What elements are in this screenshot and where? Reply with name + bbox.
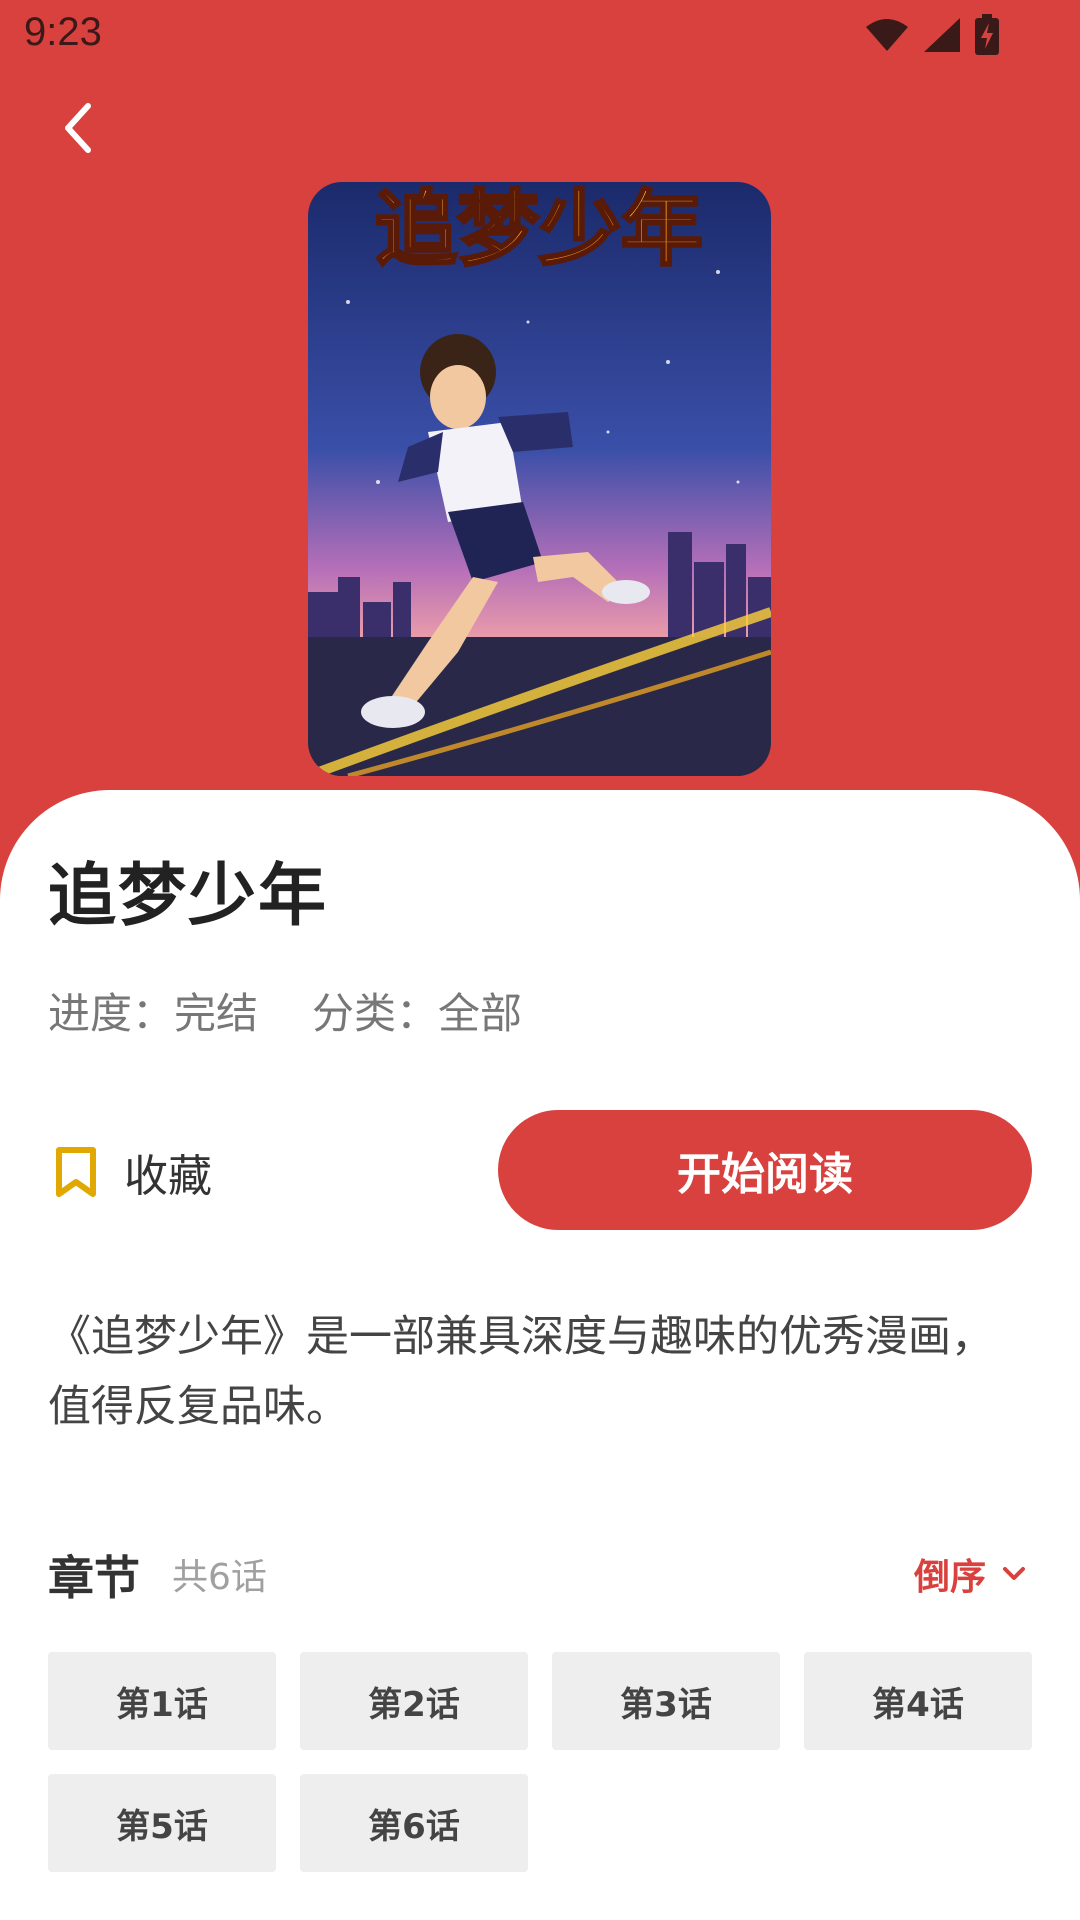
category-info: 分类：全部 <box>312 980 522 1041</box>
cover-title-art: 追梦少年 <box>375 182 703 277</box>
comic-detail-screen: 9:23 追梦少年 追梦少年 进度：完结 分类：全部 收藏 开始阅读 《追梦少年… <box>0 0 1080 1920</box>
sort-label: 倒序 <box>913 1557 986 1598</box>
signal-icon <box>924 18 960 52</box>
chapter-grid: 第1话 第2话 第3话 第4话 第5话 第6话 <box>48 1652 1032 1872</box>
status-bar: 9:23 <box>0 0 1080 72</box>
chapter-item-6[interactable]: 第6话 <box>300 1774 528 1872</box>
status-icons <box>864 14 1000 56</box>
progress-value: 完结 <box>174 989 259 1038</box>
chapter-item-5[interactable]: 第5话 <box>48 1774 276 1872</box>
cover-artwork: 追梦少年 <box>308 182 771 776</box>
back-button[interactable] <box>42 92 114 164</box>
chapter-item-4[interactable]: 第4话 <box>804 1652 1032 1750</box>
comic-description: 《追梦少年》是一部兼具深度与趣味的优秀漫画，值得反复品味。 <box>48 1312 994 1432</box>
chapter-item-2[interactable]: 第2话 <box>300 1652 528 1750</box>
comic-title: 追梦少年 <box>48 857 329 936</box>
chapter-item-3[interactable]: 第3话 <box>552 1652 780 1750</box>
comic-cover[interactable]: 追梦少年 <box>308 182 771 776</box>
sort-order-toggle[interactable]: 倒序 <box>914 1548 1026 1600</box>
category-value: 全部 <box>438 989 523 1038</box>
collect-label: 收藏 <box>124 1151 212 1202</box>
battery-charging-icon <box>975 14 999 55</box>
wifi-icon <box>866 19 908 51</box>
chevron-down-icon <box>1003 1567 1025 1580</box>
chevron-left-icon <box>65 103 91 153</box>
start-reading-button[interactable]: 开始阅读 <box>498 1110 1032 1230</box>
progress-label: 进度： <box>48 989 175 1038</box>
progress-info: 进度：完结 <box>48 980 258 1041</box>
collect-button[interactable]: 收藏 <box>54 1140 212 1204</box>
comic-meta: 进度：完结 分类：全部 <box>48 980 522 1041</box>
chapters-title: 章节 <box>48 1551 140 1605</box>
chapters-header: 章节 共6话 倒序 <box>48 1538 1032 1608</box>
category-label: 分类： <box>312 989 439 1038</box>
chapters-count: 共6话 <box>172 1557 267 1598</box>
chapter-item-1[interactable]: 第1话 <box>48 1652 276 1750</box>
status-time: 9:23 <box>24 10 102 54</box>
bookmark-icon <box>56 1147 96 1197</box>
